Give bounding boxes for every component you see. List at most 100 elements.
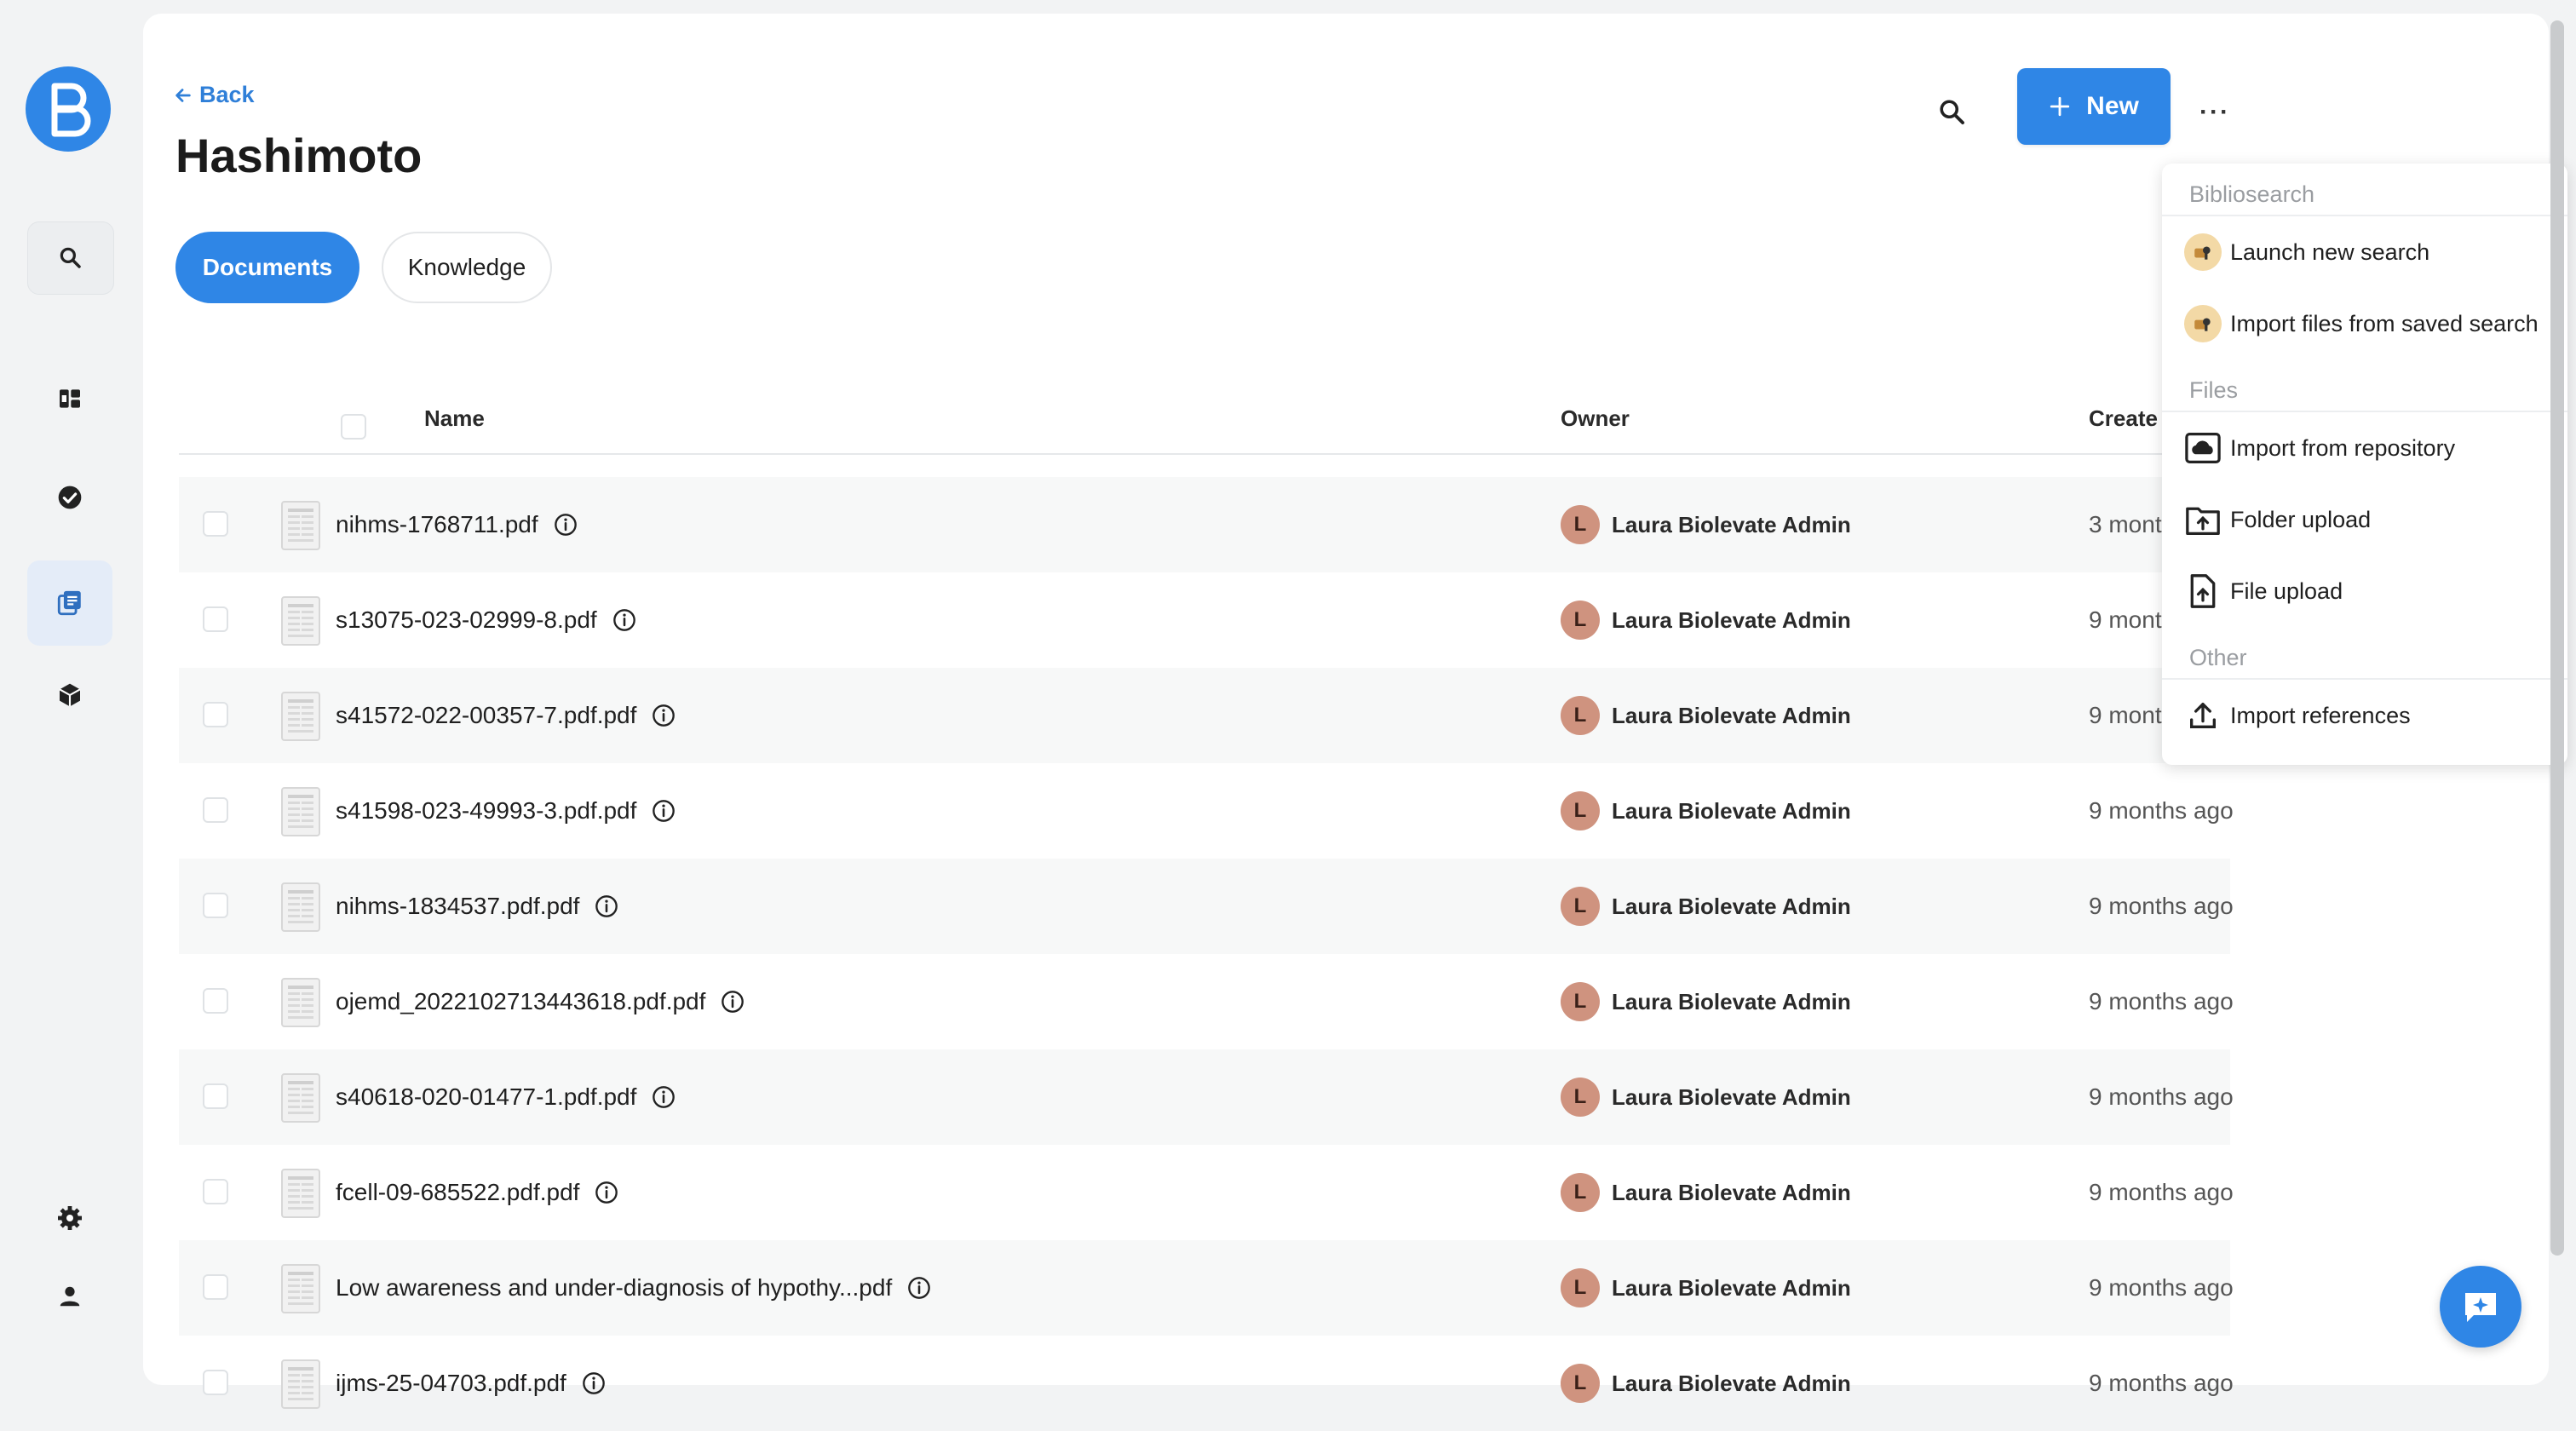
- back-link[interactable]: Back: [174, 82, 255, 108]
- page-scrollbar[interactable]: [2550, 20, 2564, 1256]
- sidebar: [0, 0, 136, 1399]
- column-header-created[interactable]: Create: [2089, 383, 2158, 453]
- table-row[interactable]: s41572-022-00357-7.pdf.pdf L Laura Bioleva…: [179, 668, 2230, 763]
- file-name-cell[interactable]: fcell-09-685522.pdf.pdf: [336, 1145, 618, 1240]
- owner-name: Laura Biolevate Admin: [1612, 1083, 1851, 1110]
- avatar: L: [1561, 1078, 1600, 1117]
- table-row[interactable]: ijms-25-04703.pdf.pdf L Laura Biolevate Ad…: [179, 1336, 2234, 1431]
- pdf-thumbnail-icon: [281, 1264, 320, 1313]
- avatar: L: [1561, 982, 1600, 1021]
- new-button[interactable]: New: [2017, 68, 2171, 145]
- column-header-owner[interactable]: Owner: [1561, 383, 1630, 453]
- file-name: ojemd_2022102713443618.pdf.pdf: [336, 988, 706, 1014]
- table-row[interactable]: ojemd_2022102713443618.pdf.pdf L Laura Bio…: [179, 954, 2234, 1049]
- folder-upload-icon: [2186, 507, 2220, 535]
- tab-knowledge[interactable]: Knowledge: [382, 232, 552, 303]
- sidebar-search-button[interactable]: [27, 221, 114, 295]
- file-upload-icon: [2190, 574, 2216, 608]
- menu-item-folder-upload[interactable]: Folder upload: [2162, 484, 2567, 555]
- select-all-checkbox[interactable]: [341, 414, 366, 440]
- table-row[interactable]: s40618-020-01477-1.pdf.pdf L Laura Bioleva…: [179, 1049, 2234, 1145]
- avatar: L: [1561, 505, 1600, 544]
- more-options-button[interactable]: ···: [2194, 92, 2235, 133]
- pdf-thumbnail-icon: [281, 1169, 320, 1218]
- file-name-cell[interactable]: s13075-023-02999-8.pdf: [336, 572, 636, 668]
- file-name-cell[interactable]: nihms-1834537.pdf.pdf: [336, 859, 618, 954]
- owner-cell: L Laura Biolevate Admin: [1561, 477, 1851, 572]
- row-checkbox[interactable]: [203, 702, 228, 727]
- bibliosearch-icon: [2184, 305, 2222, 342]
- sidebar-item-settings[interactable]: [27, 1182, 112, 1254]
- row-checkbox[interactable]: [203, 1179, 228, 1204]
- column-header-name[interactable]: Name: [424, 383, 485, 453]
- info-icon[interactable]: [907, 1276, 931, 1300]
- pdf-thumbnail-icon: [281, 787, 320, 836]
- info-icon[interactable]: [595, 1181, 618, 1204]
- tab-documents[interactable]: Documents: [175, 232, 359, 303]
- file-name: s13075-023-02999-8.pdf: [336, 606, 597, 633]
- sidebar-item-models[interactable]: [27, 659, 112, 731]
- sidebar-item-dashboard[interactable]: [27, 363, 112, 434]
- created-cell: 3 mont: [2089, 511, 2162, 537]
- menu-section-files: Files: [2162, 359, 2567, 412]
- file-name-cell[interactable]: s41572-022-00357-7.pdf.pdf: [336, 668, 676, 763]
- owner-name: Laura Biolevate Admin: [1612, 606, 1851, 633]
- file-name-cell[interactable]: nihms-1768711.pdf: [336, 477, 578, 572]
- menu-item-import-from-repository[interactable]: Import from repository: [2162, 412, 2567, 484]
- menu-item-import-saved-search[interactable]: Import files from saved search: [2162, 288, 2567, 359]
- chat-assistant-button[interactable]: [2440, 1266, 2521, 1348]
- document-search-button[interactable]: [1932, 92, 1973, 133]
- info-icon[interactable]: [554, 513, 578, 537]
- avatar: L: [1561, 696, 1600, 735]
- table-row[interactable]: s41598-023-49993-3.pdf.pdf L Laura Bioleva…: [179, 763, 2234, 859]
- row-checkbox[interactable]: [203, 1083, 228, 1109]
- row-checkbox[interactable]: [203, 797, 228, 823]
- row-checkbox[interactable]: [203, 988, 228, 1014]
- info-icon[interactable]: [721, 990, 745, 1014]
- row-checkbox[interactable]: [203, 893, 228, 918]
- table-header: Name Owner Create: [179, 383, 2230, 455]
- created-cell: 9 months ago: [2089, 1370, 2234, 1396]
- dashboard-icon: [60, 389, 80, 408]
- file-name-cell[interactable]: s40618-020-01477-1.pdf.pdf: [336, 1049, 676, 1145]
- row-checkbox[interactable]: [203, 1274, 228, 1300]
- table-row[interactable]: nihms-1834537.pdf.pdf L Laura Biolevate Ad…: [179, 859, 2234, 954]
- app-logo[interactable]: [26, 66, 111, 152]
- search-icon: [60, 247, 81, 268]
- table-row[interactable]: nihms-1768711.pdf L Laura Biolevate Admin 3…: [179, 477, 2230, 572]
- owner-cell: L Laura Biolevate Admin: [1561, 1145, 1851, 1240]
- owner-cell: L Laura Biolevate Admin: [1561, 1336, 1851, 1431]
- row-checkbox[interactable]: [203, 1370, 228, 1395]
- file-name-cell[interactable]: Low awareness and under-diagnosis of hyp…: [336, 1240, 931, 1336]
- table-row[interactable]: fcell-09-685522.pdf.pdf L Laura Biolevate …: [179, 1145, 2234, 1240]
- owner-cell: L Laura Biolevate Admin: [1561, 668, 1851, 763]
- info-icon[interactable]: [652, 1085, 676, 1109]
- file-name-cell[interactable]: s41598-023-49993-3.pdf.pdf: [336, 763, 676, 859]
- created-cell: 9 months ago: [2089, 893, 2234, 919]
- table-row[interactable]: s13075-023-02999-8.pdf L Laura Biolevate A…: [179, 572, 2230, 668]
- row-checkbox[interactable]: [203, 606, 228, 632]
- menu-item-file-upload[interactable]: File upload: [2162, 555, 2567, 627]
- info-icon[interactable]: [612, 608, 636, 632]
- file-name-cell[interactable]: ojemd_2022102713443618.pdf.pdf: [336, 954, 745, 1049]
- owner-name: Laura Biolevate Admin: [1612, 511, 1851, 537]
- sidebar-item-profile[interactable]: [27, 1261, 112, 1332]
- owner-cell: L Laura Biolevate Admin: [1561, 859, 1851, 954]
- file-name: nihms-1834537.pdf.pdf: [336, 893, 580, 919]
- pdf-thumbnail-icon: [281, 882, 320, 932]
- info-icon[interactable]: [582, 1371, 606, 1395]
- sidebar-item-documents[interactable]: [27, 560, 112, 646]
- info-icon[interactable]: [652, 704, 676, 727]
- sidebar-item-tasks[interactable]: [27, 462, 112, 533]
- menu-item-launch-new-search[interactable]: Launch new search: [2162, 216, 2567, 288]
- back-label: Back: [199, 82, 255, 107]
- info-icon[interactable]: [595, 894, 618, 918]
- table-row[interactable]: Low awareness and under-diagnosis of hyp…: [179, 1240, 2234, 1336]
- row-checkbox[interactable]: [203, 511, 228, 537]
- owner-cell: L Laura Biolevate Admin: [1561, 1240, 1851, 1336]
- menu-item-import-references[interactable]: Import references: [2162, 680, 2567, 751]
- file-name-cell[interactable]: ijms-25-04703.pdf.pdf: [336, 1336, 606, 1431]
- file-name: s41598-023-49993-3.pdf.pdf: [336, 797, 637, 824]
- avatar: L: [1561, 791, 1600, 830]
- info-icon[interactable]: [652, 799, 676, 823]
